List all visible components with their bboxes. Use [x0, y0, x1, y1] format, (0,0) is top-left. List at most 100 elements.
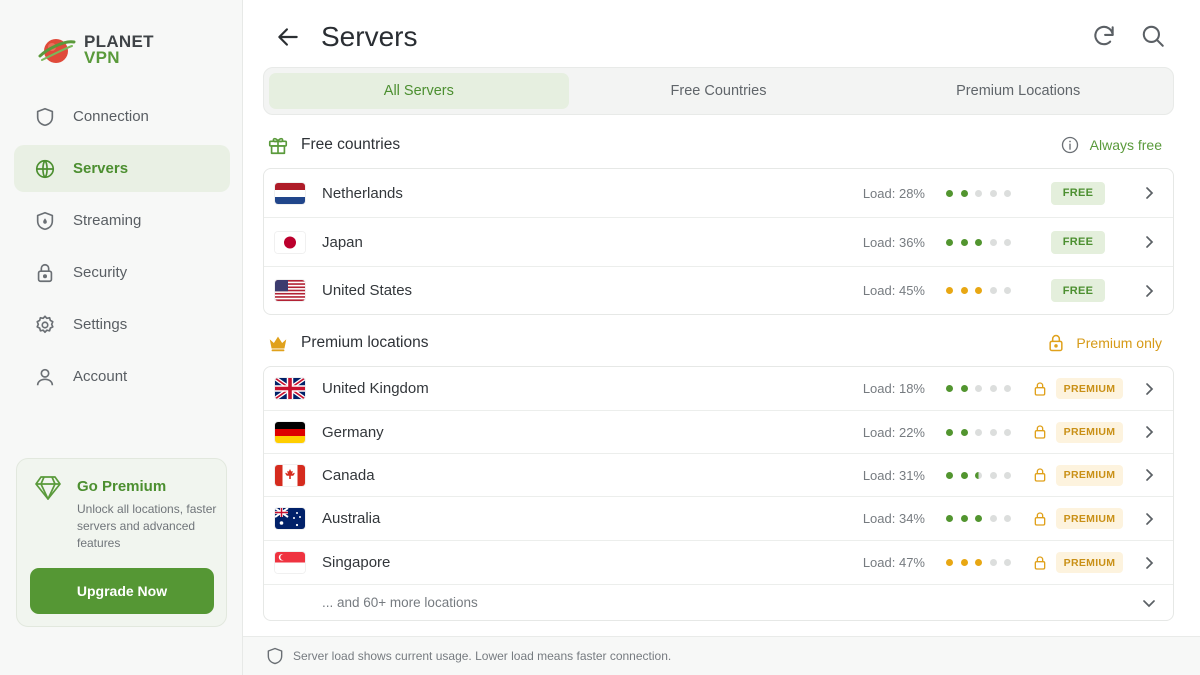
lock-icon — [37, 263, 53, 282]
premium-badge: PREMIUM — [1056, 508, 1123, 529]
load-dots — [946, 515, 1019, 522]
promo-title: Go Premium — [77, 478, 167, 495]
sidebar-item-label: Connection — [73, 108, 149, 125]
header: Servers — [243, 0, 1200, 70]
server-row-australia[interactable]: Australia Load: 34% PREMIUM — [264, 497, 1173, 541]
load-value: Load: 22% — [862, 424, 925, 440]
lock-icon — [1034, 555, 1046, 570]
load-dots — [946, 471, 1019, 479]
globe-icon — [35, 159, 55, 178]
server-row-united-states[interactable]: United States Load: 45% FREE — [264, 267, 1173, 314]
free-section-header: Free countries Always free — [267, 132, 1167, 158]
country-name: Singapore — [322, 554, 391, 571]
premium-server-list: United Kingdom Load: 18% PREMIUM Germany… — [263, 366, 1174, 621]
load-value: Load: 45% — [862, 283, 925, 298]
chevron-right-icon — [1146, 284, 1154, 297]
shield-flame-icon — [36, 211, 54, 230]
premium-only-note: Premium only — [1046, 333, 1162, 353]
load-dots — [946, 238, 1019, 246]
sidebar-item-label: Security — [73, 264, 128, 281]
premium-badge: PREMIUM — [1056, 552, 1123, 573]
more-locations-text: ... and 60+ more locations — [322, 595, 478, 610]
australia-flag-icon — [275, 508, 305, 529]
server-row-united-kingdom[interactable]: United Kingdom Load: 18% PREMIUM — [264, 367, 1173, 411]
server-row-germany[interactable]: Germany Load: 22% PREMIUM — [264, 411, 1173, 454]
chevron-right-icon — [1146, 469, 1154, 481]
page-title: Servers — [321, 21, 418, 52]
free-server-list: Netherlands Load: 28% FREE Japan Load: 3… — [263, 168, 1174, 315]
always-free-text: Always free — [1089, 137, 1162, 153]
server-row-canada[interactable]: Canada Load: 31% PREMIUM — [264, 454, 1173, 497]
info-icon — [1061, 136, 1078, 154]
country-name: Netherlands — [322, 184, 403, 202]
server-tabs: All Servers Free Countries Premium Locat… — [263, 67, 1174, 115]
upgrade-now-button[interactable]: Upgrade Now — [30, 568, 214, 614]
lock-icon — [1034, 381, 1046, 396]
refresh-icon[interactable] — [1091, 23, 1117, 49]
singapore-flag-icon — [275, 552, 305, 573]
logo: PLANET VPN — [36, 30, 154, 70]
server-row-japan[interactable]: Japan Load: 36% FREE — [264, 218, 1173, 267]
promo-description: Unlock all locations, faster servers and… — [77, 502, 217, 550]
country-name: Canada — [322, 466, 375, 484]
premium-badge: PREMIUM — [1056, 464, 1123, 486]
chevron-right-icon — [1146, 556, 1154, 569]
load-dots — [946, 287, 1019, 294]
sidebar-item-settings[interactable]: Settings — [14, 301, 230, 348]
gear-icon — [36, 314, 54, 333]
load-value: Load: 47% — [862, 555, 925, 570]
sidebar-item-streaming[interactable]: Streaming — [14, 197, 230, 244]
canada-flag-icon — [275, 464, 305, 486]
lock-icon — [1034, 468, 1046, 482]
load-dots — [946, 428, 1019, 436]
sidebar-item-account[interactable]: Account — [14, 353, 230, 400]
load-value: Load: 18% — [862, 381, 925, 396]
app-window: PLANET VPN Connection Servers Streaming … — [0, 0, 1200, 675]
sidebar: PLANET VPN Connection Servers Streaming … — [0, 0, 243, 675]
chevron-right-icon — [1146, 187, 1154, 199]
tab-premium-locations[interactable]: Premium Locations — [868, 73, 1168, 109]
country-name: United Kingdom — [322, 380, 429, 397]
chevron-right-icon — [1146, 512, 1154, 525]
search-icon[interactable] — [1140, 23, 1166, 49]
lock-icon — [1034, 511, 1046, 526]
server-row-singapore[interactable]: Singapore Load: 47% PREMIUM — [264, 541, 1173, 585]
united-kingdom-flag-icon — [275, 378, 305, 399]
premium-badge: PREMIUM — [1056, 421, 1123, 443]
server-row-netherlands[interactable]: Netherlands Load: 28% FREE — [264, 169, 1173, 218]
logo-text-vpn: VPN — [84, 48, 120, 67]
united-states-flag-icon — [275, 280, 305, 301]
sidebar-item-label: Servers — [73, 160, 129, 177]
planet-logo-icon — [36, 30, 76, 70]
sidebar-item-label: Settings — [73, 316, 128, 333]
free-badge: FREE — [1051, 181, 1105, 205]
premium-promo-card: Go Premium Unlock all locations, faster … — [16, 458, 227, 627]
load-dots — [946, 189, 1019, 197]
tab-all-servers[interactable]: All Servers — [269, 73, 569, 109]
main-content: Servers All Servers Free Countries Premi… — [243, 0, 1200, 675]
country-name: Germany — [322, 423, 384, 441]
sidebar-item-servers[interactable]: Servers — [14, 145, 230, 192]
country-name: Australia — [322, 510, 381, 527]
footer-note: Server load shows current usage. Lower l… — [243, 636, 1200, 675]
shield-icon — [36, 107, 54, 126]
chevron-right-icon — [1146, 426, 1154, 438]
load-dots — [946, 385, 1019, 392]
country-name: Japan — [322, 233, 363, 251]
japan-flag-icon — [275, 231, 305, 253]
free-badge: FREE — [1051, 279, 1105, 302]
premium-only-text: Premium only — [1076, 335, 1162, 351]
sidebar-nav: Connection Servers Streaming Security Se… — [14, 93, 230, 405]
tab-free-countries[interactable]: Free Countries — [569, 73, 869, 109]
sidebar-item-security[interactable]: Security — [14, 249, 230, 296]
back-arrow-icon[interactable] — [275, 24, 301, 50]
always-free-note: Always free — [1060, 135, 1162, 155]
gift-icon — [268, 137, 288, 155]
sidebar-item-connection[interactable]: Connection — [14, 93, 230, 140]
sidebar-item-label: Streaming — [73, 212, 142, 229]
shield-icon — [267, 647, 283, 665]
load-value: Load: 36% — [862, 234, 925, 250]
more-locations-row[interactable]: ... and 60+ more locations — [264, 585, 1173, 620]
lock-icon — [1049, 334, 1063, 352]
load-value: Load: 34% — [862, 511, 925, 526]
